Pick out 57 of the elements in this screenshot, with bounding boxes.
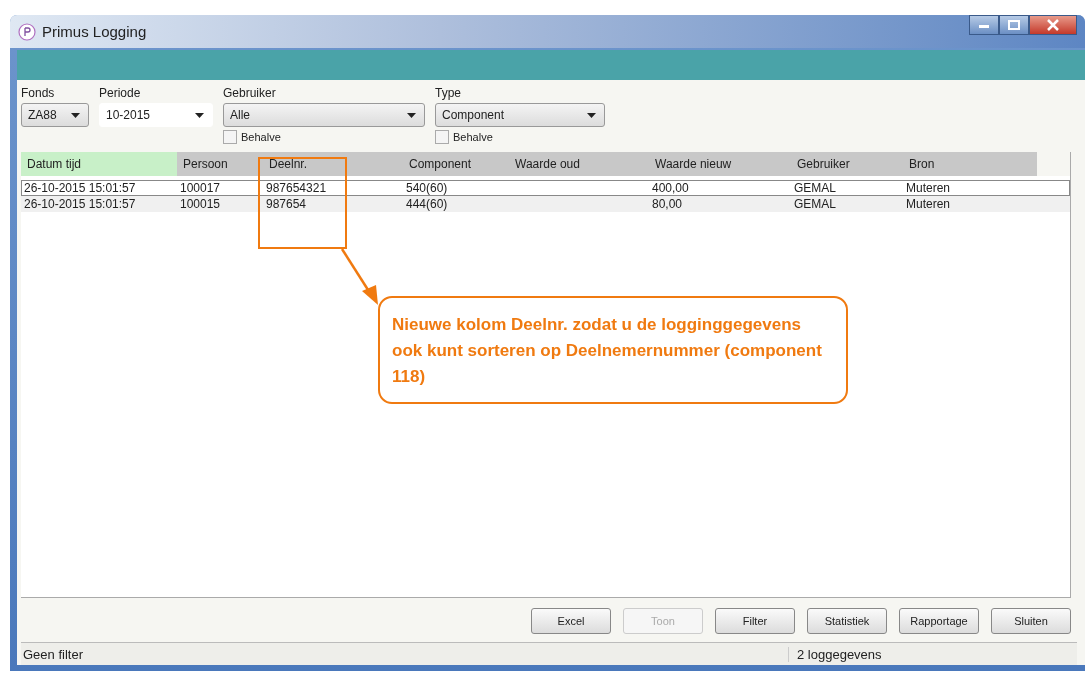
checkbox-label: Behalve [453, 131, 493, 143]
table-cell: 100017 [180, 181, 221, 195]
action-button[interactable]: Rapportage [899, 608, 979, 634]
callout-text: Nieuwe kolom Deelnr. zodat u de logginggegevens ook kunt sorteren op Deelnemernummer (component 118) [392, 315, 822, 386]
checkbox[interactable] [223, 130, 237, 144]
callout-arrow [340, 248, 378, 305]
minimize-icon [978, 22, 990, 28]
letter-p-logo-icon [18, 22, 36, 41]
table-cell: 80,00 [652, 197, 683, 211]
checkbox[interactable] [435, 130, 449, 144]
dropdown-arrow-icon [407, 112, 416, 118]
table-cell: 26-10-2015 15:01:57 [24, 197, 136, 211]
action-button[interactable]: Statistiek [807, 608, 887, 634]
table-cell: 987654321 [266, 181, 327, 195]
column-header[interactable]: Datum tijd [21, 152, 177, 176]
table-cell: 540(60) [406, 181, 448, 195]
window-title: Primus Logging [42, 23, 147, 40]
action-button[interactable]: Excel [531, 608, 611, 634]
dropdown-arrow-icon [587, 112, 596, 118]
table-cell: 987654 [266, 197, 307, 211]
dropdown[interactable]: ZA88 [21, 103, 89, 127]
table-row[interactable]: 26-10-2015 15:01:57 100017 987654321 540(60) 400,00 GEMAL Muteren [21, 180, 1070, 196]
table-cell: 444(60) [406, 197, 448, 211]
maximize-button[interactable] [999, 15, 1029, 35]
action-button[interactable]: Sluiten [991, 608, 1071, 634]
filter-label: Periode [99, 86, 142, 100]
minimize-button[interactable] [969, 15, 999, 35]
table-cell: GEMAL [794, 181, 836, 195]
column-header[interactable]: Persoon [177, 152, 263, 176]
column-header[interactable]: Deelnr. [263, 152, 403, 176]
table-row[interactable]: 26-10-2015 15:01:57 100015 987654 444(60) 80,00 GEMAL Muteren [21, 196, 1070, 212]
action-button[interactable]: Filter [715, 608, 795, 634]
table-cell: Muteren [906, 181, 951, 195]
maximize-icon [1008, 20, 1020, 30]
table-cell: 400,00 [652, 181, 689, 195]
close-icon [1046, 19, 1060, 31]
table-cell: 26-10-2015 15:01:57 [24, 181, 136, 195]
column-header[interactable]: Waarde oud [509, 152, 649, 176]
dropdown[interactable]: Component [435, 103, 605, 127]
checkbox-label: Behalve [241, 131, 281, 143]
column-header[interactable]: Gebruiker [791, 152, 903, 176]
filter-label: Type [435, 86, 462, 100]
dropdown[interactable]: 10-2015 [99, 103, 213, 127]
column-header[interactable]: Component [403, 152, 509, 176]
record-count: 2 loggegevens [788, 646, 1077, 662]
close-button[interactable] [1029, 15, 1077, 35]
filter-label: Fonds [21, 86, 56, 100]
dropdown-arrow-icon [195, 112, 204, 118]
filter-label: Gebruiker [223, 86, 277, 100]
dropdown-arrow-icon [71, 112, 80, 118]
column-header[interactable]: Bron [903, 152, 1033, 176]
dropdown[interactable]: Alle [223, 103, 425, 127]
column-header[interactable]: Waarde nieuw [649, 152, 791, 176]
table-cell: 100015 [180, 197, 221, 211]
status-text: Geen filter [22, 646, 84, 662]
table-cell: Muteren [906, 197, 951, 211]
table-cell: GEMAL [794, 197, 836, 211]
